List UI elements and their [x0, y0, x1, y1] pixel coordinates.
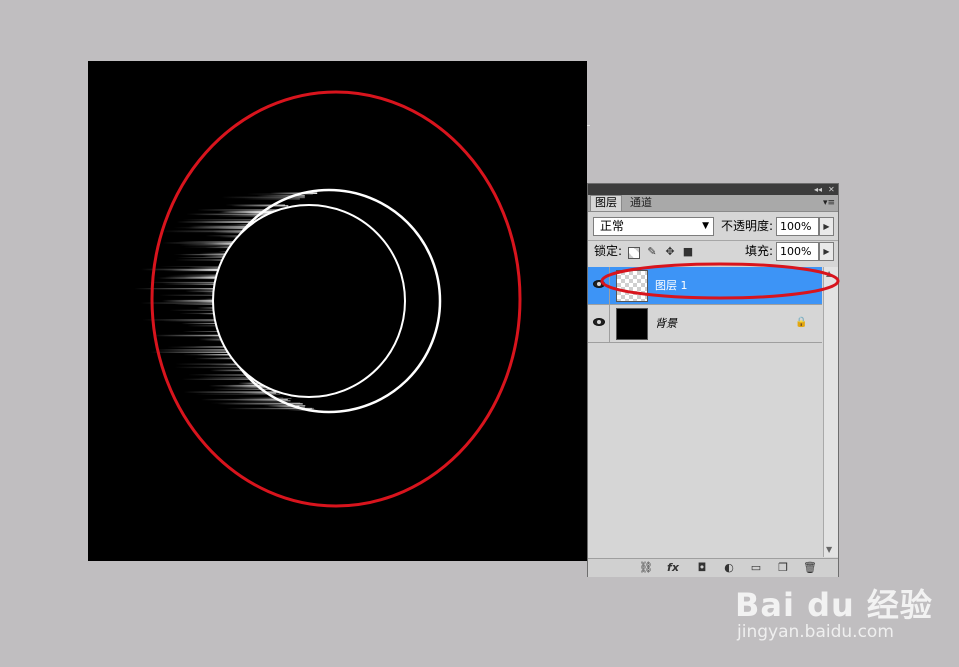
lock-move-icon[interactable]: ✥	[664, 246, 676, 258]
eye-icon	[593, 280, 605, 288]
motion-streak	[219, 211, 275, 213]
collapse-icon[interactable]: ◂◂	[814, 184, 822, 195]
close-icon[interactable]: ✕	[828, 184, 835, 195]
motion-streak	[173, 226, 256, 229]
blend-mode-value: 正常	[600, 219, 625, 233]
panel-bottom-bar: ⛓ fx ◘ ◐ ▭ ❐ 🗑	[588, 558, 838, 577]
layer-name[interactable]: 图层 1	[655, 278, 688, 294]
adjustment-icon[interactable]: ◐	[721, 560, 737, 576]
visibility-toggle[interactable]	[588, 305, 610, 343]
layer-row-layer1[interactable]: 图层 1	[588, 267, 822, 305]
scroll-up-icon[interactable]: ▲	[826, 269, 832, 278]
opacity-label: 不透明度:	[721, 219, 774, 233]
motion-streak	[186, 213, 277, 215]
layer-thumbnail	[616, 270, 648, 302]
trash-icon[interactable]: 🗑	[802, 560, 818, 576]
lock-all-icon[interactable]: ■	[682, 246, 694, 258]
lock-icon: 🔒	[795, 317, 808, 328]
opacity-input[interactable]: 100%	[776, 217, 819, 236]
new-layer-icon[interactable]: ❐	[775, 560, 791, 576]
group-folder-icon[interactable]: ▭	[748, 560, 764, 576]
visibility-toggle[interactable]	[588, 267, 610, 305]
motion-streak	[243, 198, 300, 200]
eye-icon	[593, 318, 605, 326]
lock-transparent-icon[interactable]	[628, 247, 640, 259]
watermark-logo: Bai du 经验	[735, 586, 933, 624]
fill-input[interactable]: 100%	[776, 242, 819, 261]
motion-streak	[237, 398, 292, 399]
layer-row-background[interactable]: 背景 🔒	[588, 305, 822, 343]
fill-label: 填充:	[745, 244, 774, 258]
canvas-document[interactable]	[88, 61, 587, 561]
layers-list: 图层 1 背景 🔒	[588, 267, 822, 558]
layers-panel: ◂◂ ✕ 图层 通道 ▾≡ 正常 ▼ 不透明度: 100% ▶ 锁定: ✎ ✥ …	[587, 183, 839, 577]
tab-channels[interactable]: 通道	[626, 195, 656, 211]
lock-label: 锁定:	[594, 244, 623, 258]
lock-paint-icon[interactable]: ✎	[646, 246, 658, 258]
motion-streak	[213, 388, 275, 390]
watermark-url: jingyan.baidu.com	[737, 622, 894, 642]
canvas-artwork	[134, 188, 442, 414]
link-icon[interactable]: ⛓	[638, 560, 654, 576]
panel-menu-icon[interactable]: ▾≡	[823, 195, 835, 211]
blend-opacity-row: 正常 ▼ 不透明度: 100% ▶	[588, 215, 838, 239]
layers-scrollbar[interactable]: ▲ ▼	[823, 267, 838, 557]
layer-name[interactable]: 背景	[655, 316, 677, 332]
tab-layers[interactable]: 图层	[590, 195, 622, 211]
blend-mode-select[interactable]: 正常 ▼	[593, 217, 714, 236]
layer-thumbnail	[616, 308, 648, 340]
fx-icon[interactable]: fx	[665, 560, 681, 576]
mask-icon[interactable]: ◘	[694, 560, 710, 576]
lock-fill-row: 锁定: ✎ ✥ ■ 填充: 100% ▶	[588, 241, 838, 265]
fill-slider-button[interactable]: ▶	[819, 242, 834, 261]
motion-streak	[176, 221, 261, 223]
ruler-tick	[587, 125, 590, 126]
panel-tabstrip: 图层 通道 ▾≡	[588, 195, 838, 212]
dropdown-arrow-icon: ▼	[702, 221, 709, 231]
baidu-watermark: Bai du 经验 jingyan.baidu.com	[735, 580, 935, 650]
motion-streak	[238, 392, 277, 394]
scroll-down-icon[interactable]: ▼	[826, 545, 832, 554]
opacity-slider-button[interactable]: ▶	[819, 217, 834, 236]
panel-titlebar[interactable]: ◂◂ ✕	[588, 184, 838, 195]
